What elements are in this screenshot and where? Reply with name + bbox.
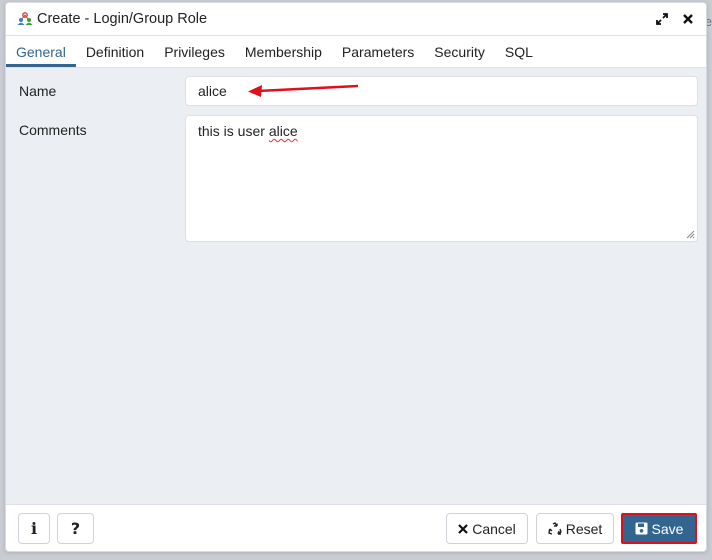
resize-grip-icon[interactable] xyxy=(686,230,695,239)
name-value: alice xyxy=(198,83,227,99)
close-button[interactable] xyxy=(678,9,698,29)
login-group-role-icon xyxy=(16,12,34,26)
tab-privileges[interactable]: Privileges xyxy=(154,36,235,67)
expand-arrows-icon xyxy=(656,13,668,25)
cancel-label: Cancel xyxy=(472,520,516,537)
dialog-footer: i ? Cancel Reset Save xyxy=(6,504,706,551)
recycle-icon xyxy=(547,521,562,536)
cancel-button[interactable]: Cancel xyxy=(446,513,528,544)
tab-general[interactable]: General xyxy=(6,36,76,67)
info-icon: i xyxy=(30,519,38,538)
save-label: Save xyxy=(651,520,684,537)
tab-bar: General Definition Privileges Membership… xyxy=(6,36,706,68)
save-icon xyxy=(635,522,648,535)
tab-definition[interactable]: Definition xyxy=(76,36,154,67)
tab-membership[interactable]: Membership xyxy=(235,36,332,67)
name-label: Name xyxy=(19,83,57,99)
tab-security[interactable]: Security xyxy=(424,36,495,67)
save-button[interactable]: Save xyxy=(621,513,697,544)
comments-label: Comments xyxy=(19,122,87,138)
close-icon xyxy=(683,14,693,24)
comments-value: this is user xyxy=(198,123,269,139)
help-button[interactable]: ? xyxy=(57,513,94,544)
dialog-titlebar[interactable]: Create - Login/Group Role xyxy=(6,3,706,36)
comments-misspelled-word: alice xyxy=(268,123,298,139)
tab-sql[interactable]: SQL xyxy=(495,36,543,67)
help-icon: ? xyxy=(70,519,81,538)
reset-label: Reset xyxy=(565,520,603,537)
maximize-button[interactable] xyxy=(652,9,672,29)
dialog-title: Create - Login/Group Role xyxy=(37,11,208,27)
tab-parameters[interactable]: Parameters xyxy=(332,36,424,67)
reset-button[interactable]: Reset xyxy=(536,513,614,544)
comments-textarea[interactable]: this is user alice xyxy=(185,115,698,242)
close-icon xyxy=(458,523,468,534)
general-tab-content: Name alice Comments this is user alice xyxy=(6,68,706,505)
info-button[interactable]: i xyxy=(18,513,50,544)
create-login-group-role-dialog: Create - Login/Group Role General Defini… xyxy=(5,2,707,552)
annotation-arrow-icon xyxy=(248,84,359,97)
